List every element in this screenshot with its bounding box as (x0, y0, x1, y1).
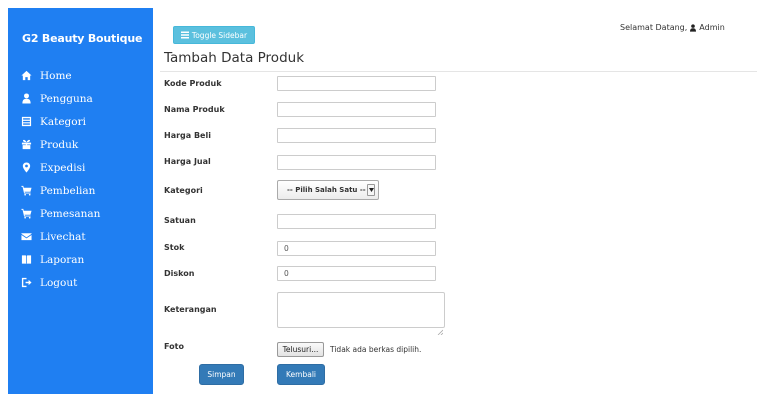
user-icon (690, 23, 697, 32)
sidebar-item-pemesanan[interactable]: Pemesanan (8, 202, 153, 225)
shopping-cart-icon (20, 185, 32, 197)
file-browse-button[interactable]: Telusuri... (277, 342, 324, 357)
welcome-message: Selamat Datang, Admin (620, 23, 725, 32)
brand-title[interactable]: G2 Beauty Boutique (22, 32, 142, 45)
diskon-label: Diskon (164, 269, 195, 278)
stok-label: Stok (164, 243, 185, 252)
sidebar-item-label: Livechat (40, 230, 86, 243)
save-button[interactable]: Simpan (199, 364, 244, 385)
back-button[interactable]: Kembali (277, 364, 325, 385)
sidebar-item-produk[interactable]: Produk (8, 133, 153, 156)
title-divider (160, 71, 757, 72)
keterangan-label: Keterangan (164, 305, 217, 314)
kode-produk-input[interactable] (277, 76, 436, 91)
foto-label: Foto (164, 342, 184, 351)
user-name-link[interactable]: Admin (699, 23, 725, 32)
harga-beli-input[interactable] (277, 128, 436, 143)
sidebar: G2 Beauty Boutique Home Pengguna Kategor… (8, 8, 153, 394)
map-marker-icon (20, 162, 32, 174)
sidebar-item-livechat[interactable]: Livechat (8, 225, 153, 248)
sidebar-nav: Home Pengguna Kategori Produk Expedisi P… (8, 64, 153, 294)
user-icon (20, 93, 32, 105)
file-status-text: Tidak ada berkas dipilih. (330, 345, 422, 354)
chevron-down-icon (367, 184, 375, 196)
sidebar-item-label: Logout (40, 276, 78, 289)
kode-produk-label: Kode Produk (164, 79, 222, 88)
harga-beli-label: Harga Beli (164, 131, 211, 140)
sidebar-item-label: Produk (40, 138, 79, 151)
sidebar-item-logout[interactable]: Logout (8, 271, 153, 294)
stok-input[interactable] (277, 241, 436, 256)
toggle-sidebar-label: Toggle Sidebar (191, 30, 248, 40)
log-out-icon (20, 277, 32, 289)
kategori-selected-value: -- Pilih Salah Satu -- (287, 186, 366, 194)
sidebar-item-kategori[interactable]: Kategori (8, 110, 153, 133)
shopping-cart-icon (20, 208, 32, 220)
page-title: Tambah Data Produk (164, 50, 305, 66)
envelope-icon (20, 231, 32, 243)
diskon-input[interactable] (277, 266, 436, 281)
sidebar-item-label: Expedisi (40, 161, 86, 174)
sidebar-item-label: Pengguna (40, 92, 93, 105)
sidebar-item-pembelian[interactable]: Pembelian (8, 179, 153, 202)
harga-jual-input[interactable] (277, 155, 436, 170)
harga-jual-label: Harga Jual (164, 157, 211, 166)
sidebar-item-expedisi[interactable]: Expedisi (8, 156, 153, 179)
nama-produk-label: Nama Produk (164, 105, 225, 114)
welcome-text: Selamat Datang, (620, 23, 688, 32)
nama-produk-input[interactable] (277, 102, 436, 117)
sidebar-item-label: Pembelian (40, 184, 96, 197)
sidebar-item-pengguna[interactable]: Pengguna (8, 87, 153, 110)
sidebar-item-laporan[interactable]: Laporan (8, 248, 153, 271)
satuan-input[interactable] (277, 214, 436, 229)
satuan-label: Satuan (164, 216, 196, 225)
sidebar-item-label: Pemesanan (40, 207, 101, 220)
resize-handle-icon[interactable] (437, 320, 444, 336)
sidebar-item-label: Home (40, 69, 72, 82)
sidebar-item-label: Kategori (40, 115, 86, 128)
book-icon (20, 254, 32, 266)
tasks-icon (180, 31, 189, 39)
gift-icon (20, 139, 32, 151)
keterangan-textarea[interactable] (277, 292, 445, 328)
sidebar-item-label: Laporan (40, 253, 85, 266)
toggle-sidebar-button[interactable]: Toggle Sidebar (173, 26, 255, 44)
sidebar-item-home[interactable]: Home (8, 64, 153, 87)
home-icon (20, 70, 32, 82)
kategori-select[interactable]: -- Pilih Salah Satu -- (277, 180, 379, 200)
list-alt-icon (20, 116, 32, 128)
kategori-label: Kategori (164, 186, 203, 195)
